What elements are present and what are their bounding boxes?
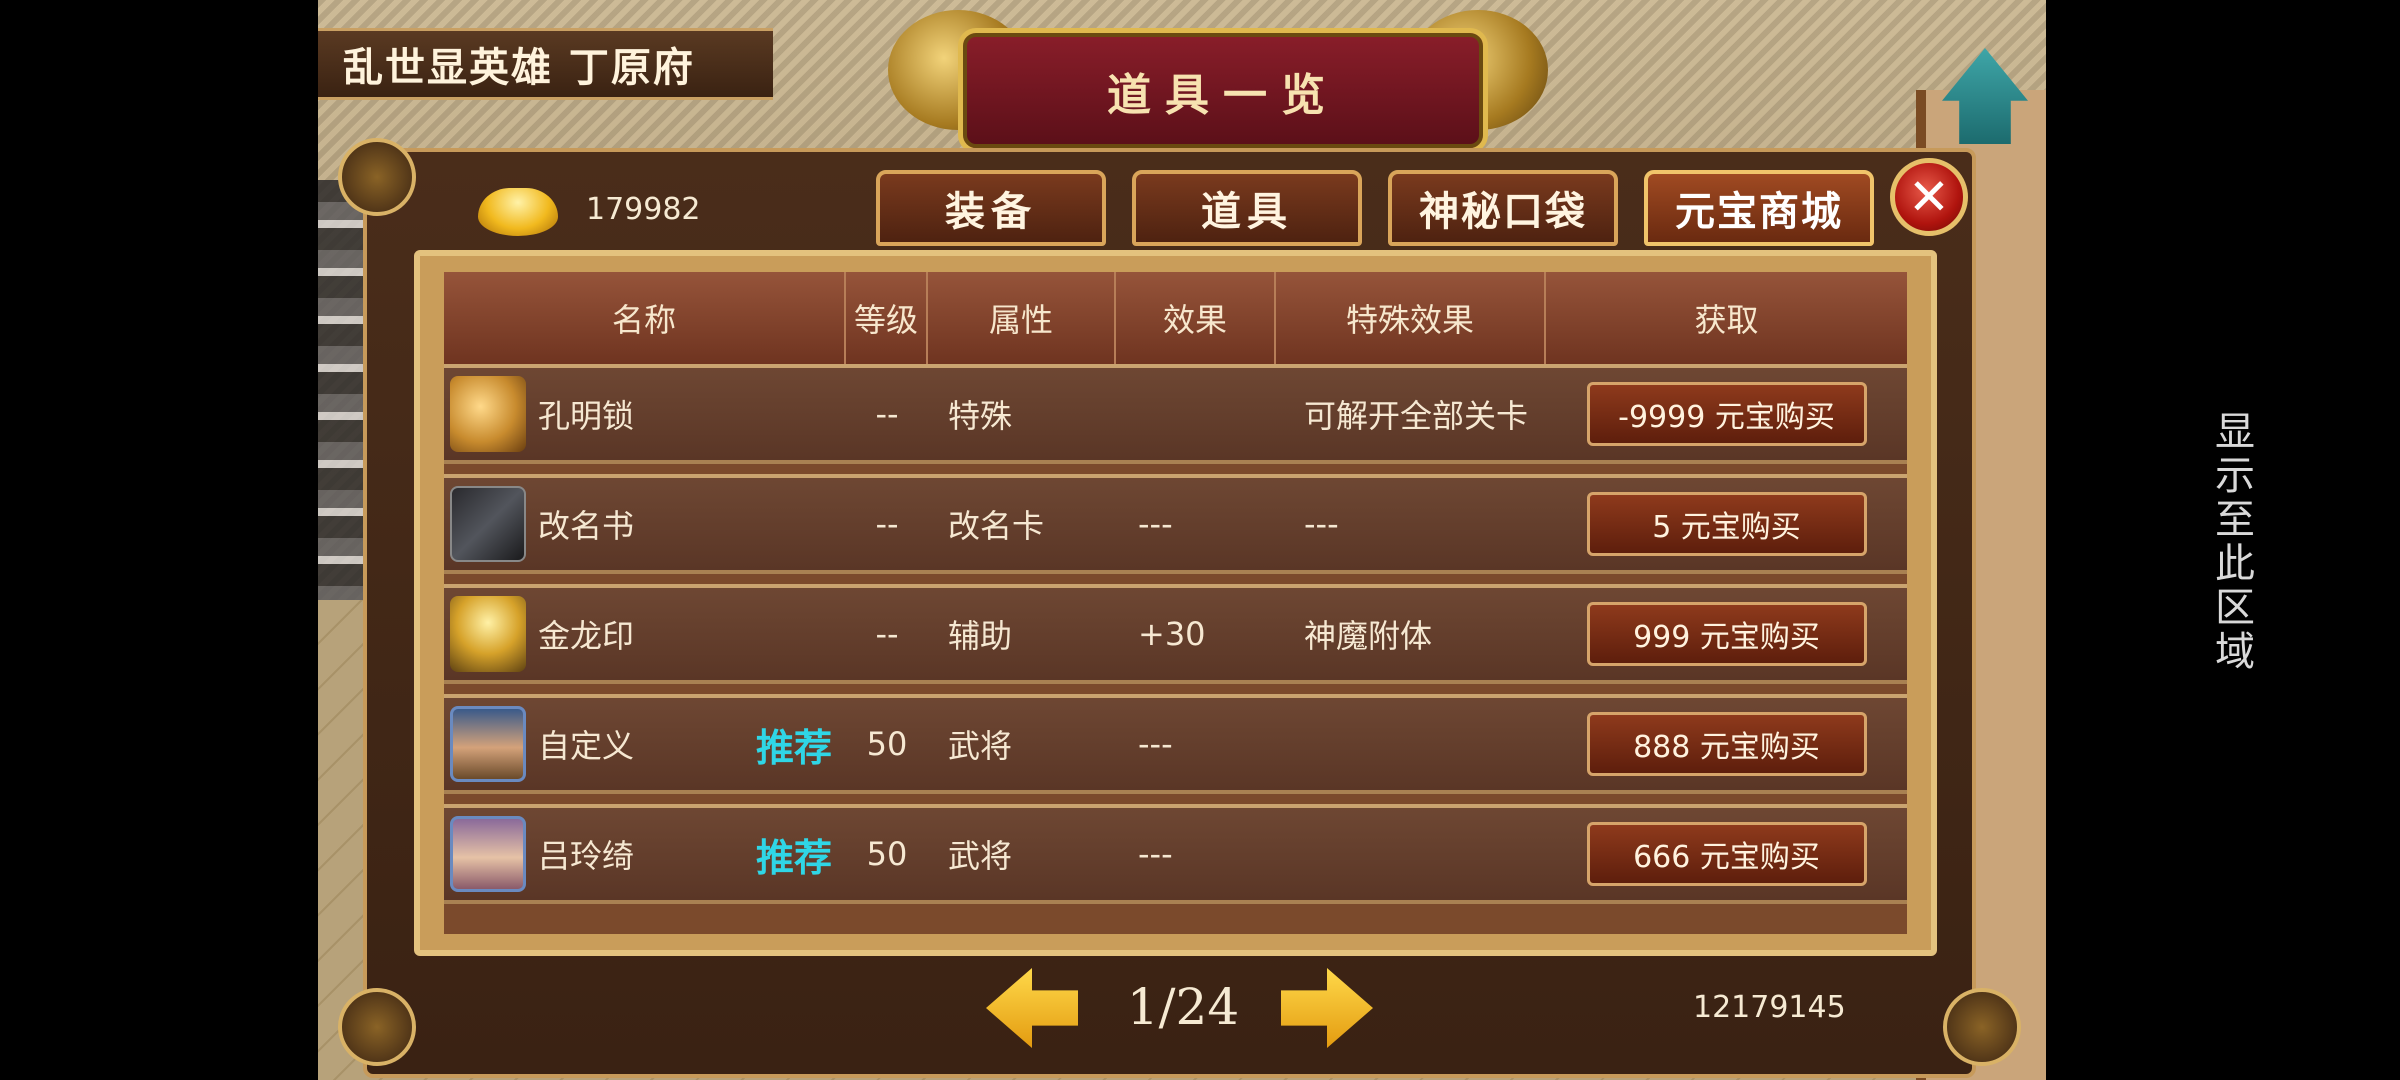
tab-yuanbao-shop[interactable]: 元宝商城 [1644,170,1874,246]
table-header: 名称 等级 属性 效果 特殊效果 获取 [444,272,1907,364]
buy-button[interactable]: 999 元宝购买 [1586,602,1867,666]
corner-ornament-icon [1943,988,2021,1066]
buy-button[interactable]: 666 元宝购买 [1586,822,1867,886]
item-level: -- [875,395,899,433]
close-icon: ✕ [1908,168,1950,226]
item-special-effect [1276,808,1546,900]
item-name: 吕玲绮 [538,837,635,875]
corner-ornament-icon [338,988,416,1066]
item-name: 改名书 [538,507,635,545]
item-level: -- [875,615,899,653]
item-special-effect [1276,698,1546,790]
header-effect: 效果 [1116,272,1276,364]
item-attribute: 武将 [948,837,1013,875]
recommend-tag: 推荐 [755,725,832,770]
rename-book-icon [450,486,526,562]
buy-button[interactable]: 888 元宝购买 [1586,712,1867,776]
item-effect: +30 [1138,615,1206,653]
buy-button[interactable]: 5 元宝购买 [1586,492,1867,556]
item-special-effect: --- [1304,505,1339,543]
buy-button[interactable]: -9999 元宝购买 [1586,382,1867,446]
item-attribute: 武将 [948,727,1013,765]
table-row: 金龙印 -- 辅助 +30 神魔附体 999 元宝购买 [444,584,1907,684]
table-row: 自定义 推荐 50 武将 --- 888 元宝购买 [444,694,1907,794]
location-title: 乱世显英雄 丁原府 [318,28,773,100]
item-effect: --- [1138,505,1173,543]
item-table-frame: 名称 等级 属性 效果 特殊效果 获取 孔明锁 -- 特殊 可解开全部关卡 -9… [414,250,1937,956]
item-effect [1116,368,1276,460]
item-special-effect: 可解开全部关卡 [1304,397,1529,435]
tab-items[interactable]: 道具 [1132,170,1362,246]
item-effect: --- [1138,835,1173,873]
header-name: 名称 [444,272,846,364]
tab-mystery-bag[interactable]: 神秘口袋 [1388,170,1618,246]
panel-title: 道具一览 [958,28,1488,153]
golden-dragon-seal-icon [450,596,526,672]
table-row: 孔明锁 -- 特殊 可解开全部关卡 -9999 元宝购买 [444,364,1907,464]
display-area-overlay: 显示至此区域 [2208,410,2254,674]
item-effect: --- [1138,725,1173,763]
item-attribute: 辅助 [948,617,1013,655]
item-level: -- [875,505,899,543]
header-level: 等级 [846,272,928,364]
header-attribute: 属性 [928,272,1116,364]
item-attribute: 特殊 [948,397,1013,435]
kongming-lock-icon [450,376,526,452]
table-row: 改名书 -- 改名卡 --- --- 5 元宝购买 [444,474,1907,574]
hero-portrait-icon [450,706,526,782]
item-special-effect: 神魔附体 [1304,617,1433,655]
game-screen: 乱世显英雄 丁原府 道具一览 179982 装备 道具 神秘口袋 元宝商城 ✕ … [318,0,2046,1080]
player-id: 12179145 [1693,990,1846,1025]
header-obtain: 获取 [1694,301,1759,339]
close-button[interactable]: ✕ [1890,158,1968,236]
header-special-effect: 特殊效果 [1276,272,1546,364]
tab-equipment[interactable]: 装备 [876,170,1106,246]
item-level: 50 [866,835,908,873]
gold-amount: 179982 [586,192,701,227]
recommend-tag: 推荐 [755,835,832,880]
hero-portrait-icon [450,816,526,892]
item-name: 孔明锁 [538,397,635,435]
item-attribute: 改名卡 [948,507,1045,545]
item-name: 自定义 [538,727,635,765]
table-row: 吕玲绮 推荐 50 武将 --- 666 元宝购买 [444,804,1907,904]
item-table: 名称 等级 属性 效果 特殊效果 获取 孔明锁 -- 特殊 可解开全部关卡 -9… [444,272,1907,934]
corner-ornament-icon [338,138,416,216]
gold-ingot-icon [478,188,558,236]
item-name: 金龙印 [538,617,635,655]
item-level: 50 [866,725,908,763]
page-indicator: 1/24 [1126,978,1240,1036]
